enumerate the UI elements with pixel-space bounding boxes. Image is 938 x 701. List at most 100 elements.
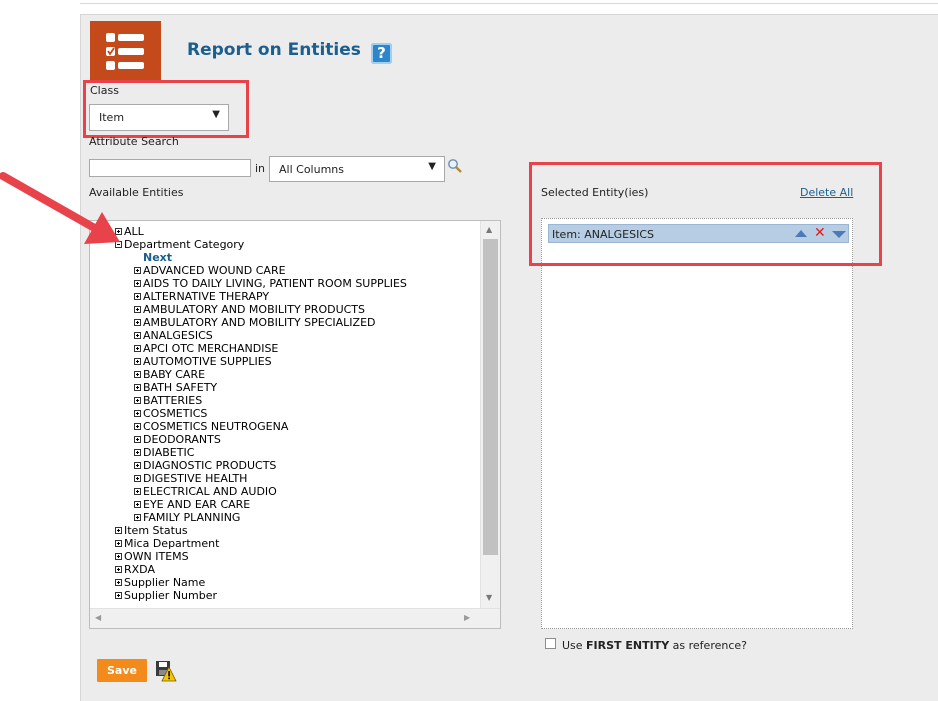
tree-node[interactable]: EYE AND EAR CARE: [134, 498, 250, 511]
scroll-right-icon[interactable]: ▶: [464, 613, 470, 622]
help-icon[interactable]: ?: [371, 43, 392, 64]
save-button[interactable]: Save: [97, 659, 147, 682]
tree-node-label: Mica Department: [124, 537, 220, 550]
tree-node[interactable]: COSMETICS NEUTROGENA: [134, 420, 288, 433]
tree-node[interactable]: BATH SAFETY: [134, 381, 217, 394]
expand-icon[interactable]: [134, 358, 141, 365]
tree-node-label: ELECTRICAL AND AUDIO: [143, 485, 277, 498]
reference-prefix: Use: [562, 639, 587, 652]
tree-node-label: DIABETIC: [143, 446, 195, 459]
expand-icon[interactable]: [134, 423, 141, 430]
expand-icon[interactable]: [115, 527, 122, 534]
tree-node[interactable]: AMBULATORY AND MOBILITY SPECIALIZED: [134, 316, 376, 329]
expand-icon[interactable]: [134, 462, 141, 469]
tree-node[interactable]: ALTERNATIVE THERAPY: [134, 290, 269, 303]
expand-icon[interactable]: [134, 371, 141, 378]
reference-suffix: as reference?: [669, 639, 747, 652]
expand-icon[interactable]: [134, 488, 141, 495]
tree-node[interactable]: DIABETIC: [134, 446, 194, 459]
tree-node-label: BATTERIES: [143, 394, 203, 407]
tree-node-label: BABY CARE: [143, 368, 206, 381]
tree-node-label: AIDS TO DAILY LIVING, PATIENT ROOM SUPPL…: [143, 277, 407, 290]
first-entity-reference-label: Use FIRST ENTITY as reference?: [562, 639, 747, 652]
expand-icon[interactable]: [134, 345, 141, 352]
tree-node-label: ADVANCED WOUND CARE: [143, 264, 286, 277]
tree-node[interactable]: BATTERIES: [134, 394, 202, 407]
attribute-search-label: Attribute Search: [89, 135, 179, 148]
expand-icon[interactable]: [134, 306, 141, 313]
tree-node[interactable]: OWN ITEMS: [115, 550, 189, 563]
tree-node-label: OWN ITEMS: [124, 550, 189, 563]
tree-node-label: AMBULATORY AND MOBILITY PRODUCTS: [143, 303, 366, 316]
tree-node-label: AUTOMOTIVE SUPPLIES: [143, 355, 272, 368]
expand-icon[interactable]: [134, 280, 141, 287]
tree-node[interactable]: DIGESTIVE HEALTH: [134, 472, 247, 485]
expand-icon[interactable]: [115, 566, 122, 573]
expand-icon[interactable]: [134, 332, 141, 339]
tree-node[interactable]: AIDS TO DAILY LIVING, PATIENT ROOM SUPPL…: [134, 277, 407, 290]
in-label: in: [255, 162, 266, 175]
tree-node[interactable]: ANALGESICS: [134, 329, 213, 342]
entity-tree[interactable]: ALL Department Category Next ADVANCED WOUND…: [89, 220, 501, 629]
page-title: Report on Entities: [187, 40, 361, 60]
first-entity-reference-checkbox[interactable]: [545, 638, 556, 649]
selected-entities-list: [541, 218, 853, 629]
expand-icon[interactable]: [115, 553, 122, 560]
entity-tree-viewport: ALL Department Category Next ADVANCED WOUND…: [90, 221, 480, 609]
columns-select-value: All Columns: [279, 163, 344, 176]
tree-node[interactable]: AMBULATORY AND MOBILITY PRODUCTS: [134, 303, 365, 316]
tree-node-label: RXDA: [124, 563, 155, 576]
tree-node-label: DIGESTIVE HEALTH: [143, 472, 248, 485]
next-page-link[interactable]: Next: [143, 251, 172, 264]
horizontal-scrollbar[interactable]: ◀ ▶: [90, 608, 500, 628]
highlight-box-selected: [529, 162, 882, 266]
tree-node[interactable]: AUTOMOTIVE SUPPLIES: [134, 355, 272, 368]
tree-node[interactable]: COSMETICS: [134, 407, 207, 420]
tree-node[interactable]: ELECTRICAL AND AUDIO: [134, 485, 277, 498]
expand-icon[interactable]: [134, 397, 141, 404]
tree-node-label: ALTERNATIVE THERAPY: [143, 290, 270, 303]
expand-icon[interactable]: [115, 579, 122, 586]
scroll-left-icon[interactable]: ◀: [95, 613, 101, 622]
tree-node[interactable]: Supplier Number: [115, 589, 217, 602]
expand-icon[interactable]: [134, 475, 141, 482]
expand-icon[interactable]: [134, 293, 141, 300]
scroll-up-icon[interactable]: ▲: [486, 225, 492, 234]
chevron-down-icon: ▼: [428, 161, 436, 172]
expand-icon[interactable]: [115, 592, 122, 599]
tree-node[interactable]: Mica Department: [115, 537, 219, 550]
expand-icon[interactable]: [134, 410, 141, 417]
expand-icon[interactable]: [134, 384, 141, 391]
search-icon[interactable]: [447, 158, 463, 174]
expand-icon[interactable]: [134, 267, 141, 274]
tree-node[interactable]: DIAGNOSTIC PRODUCTS: [134, 459, 276, 472]
scroll-thumb[interactable]: [483, 239, 498, 555]
expand-icon[interactable]: [134, 436, 141, 443]
tree-node-label: AMBULATORY AND MOBILITY SPECIALIZED: [143, 316, 376, 329]
tree-node[interactable]: Department Category: [115, 238, 244, 251]
vertical-scrollbar[interactable]: ▲ ▼: [480, 221, 500, 609]
tree-node-label: Supplier Number: [124, 589, 218, 602]
expand-icon[interactable]: [134, 501, 141, 508]
tree-node[interactable]: DEODORANTS: [134, 433, 221, 446]
expand-icon[interactable]: [134, 514, 141, 521]
expand-icon[interactable]: [115, 540, 122, 547]
expand-icon[interactable]: [134, 449, 141, 456]
tree-node[interactable]: Item Status: [115, 524, 188, 537]
tree-node[interactable]: ADVANCED WOUND CARE: [134, 264, 286, 277]
tree-node-label: FAMILY PLANNING: [143, 511, 241, 524]
tree-node[interactable]: RXDA: [115, 563, 155, 576]
tree-node-label: COSMETICS NEUTROGENA: [143, 420, 289, 433]
tree-node[interactable]: FAMILY PLANNING: [134, 511, 240, 524]
expand-icon[interactable]: [134, 319, 141, 326]
tree-node-label: DIAGNOSTIC PRODUCTS: [143, 459, 277, 472]
report-list-icon: [90, 21, 161, 82]
tree-node[interactable]: APCI OTC MERCHANDISE: [134, 342, 278, 355]
annotation-arrow: [0, 172, 120, 244]
tree-node-label: Department Category: [124, 238, 245, 251]
tree-node[interactable]: Supplier Name: [115, 576, 205, 589]
tree-node[interactable]: BABY CARE: [134, 368, 205, 381]
scroll-down-icon[interactable]: ▼: [486, 593, 492, 602]
columns-select[interactable]: All Columns ▼: [269, 156, 445, 182]
save-warning-icon[interactable]: [155, 660, 177, 682]
